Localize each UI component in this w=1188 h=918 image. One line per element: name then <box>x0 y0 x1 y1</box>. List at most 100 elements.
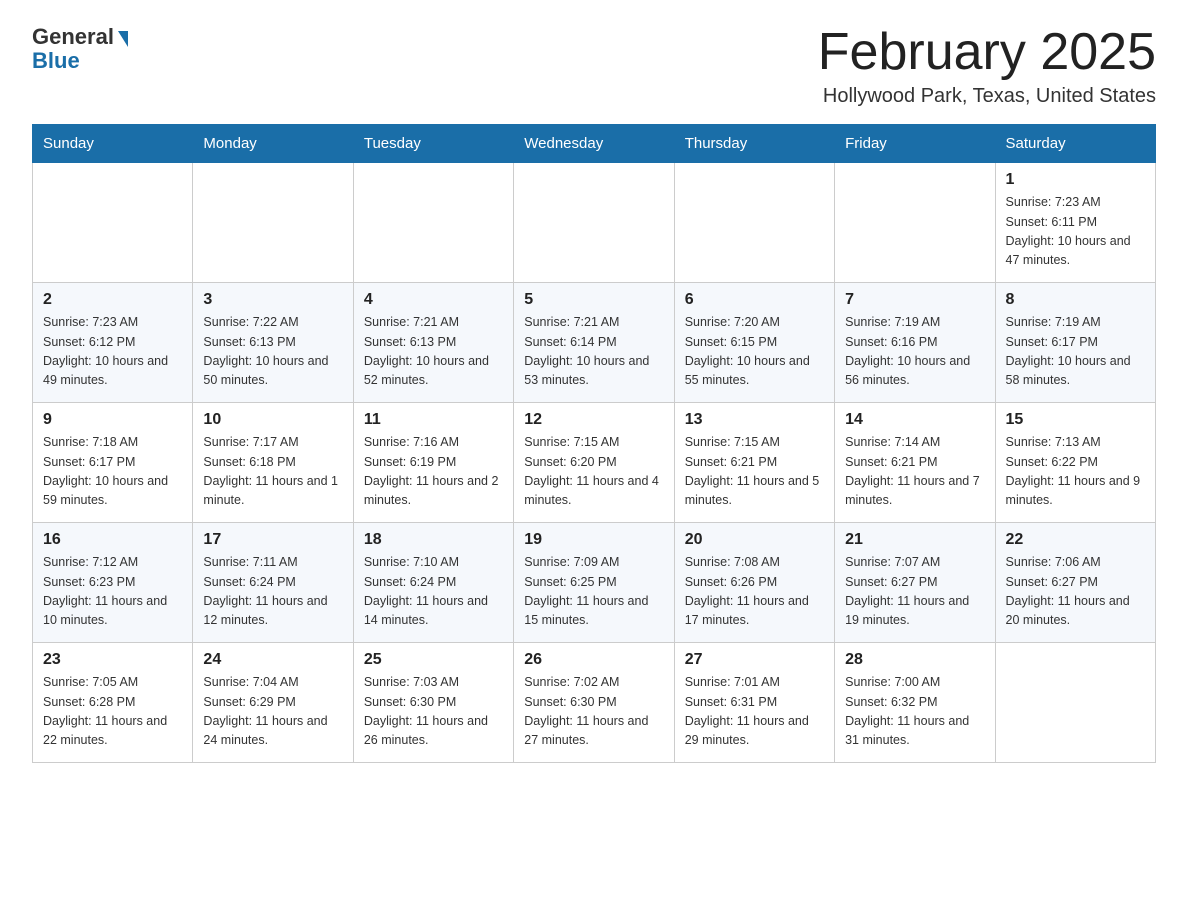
calendar-week-row: 9Sunrise: 7:18 AM Sunset: 6:17 PM Daylig… <box>33 403 1156 523</box>
day-info: Sunrise: 7:04 AM Sunset: 6:29 PM Dayligh… <box>203 673 342 751</box>
day-number: 21 <box>845 531 984 549</box>
day-info: Sunrise: 7:15 AM Sunset: 6:21 PM Dayligh… <box>685 433 824 511</box>
calendar-cell <box>995 643 1155 763</box>
day-info: Sunrise: 7:00 AM Sunset: 6:32 PM Dayligh… <box>845 673 984 751</box>
day-info: Sunrise: 7:19 AM Sunset: 6:17 PM Dayligh… <box>1006 313 1145 391</box>
day-info: Sunrise: 7:03 AM Sunset: 6:30 PM Dayligh… <box>364 673 503 751</box>
day-number: 7 <box>845 291 984 309</box>
day-number: 28 <box>845 651 984 669</box>
calendar-cell: 5 Sunrise: 7:21 AM Sunset: 6:14 PM Daylig… <box>514 283 674 403</box>
day-info: Sunrise: 7:16 AM Sunset: 6:19 PM Dayligh… <box>364 433 503 511</box>
calendar-cell: 2Sunrise: 7:23 AM Sunset: 6:12 PM Daylig… <box>33 283 193 403</box>
day-number: 26 <box>524 651 663 669</box>
day-info: Sunrise: 7:15 AM Sunset: 6:20 PM Dayligh… <box>524 433 663 511</box>
calendar-cell: 13 Sunrise: 7:15 AM Sunset: 6:21 PM Dayli… <box>674 403 834 523</box>
page-header: General Blue February 2025 Hollywood Par… <box>32 24 1156 108</box>
day-info: Sunrise: 7:21 AM Sunset: 6:13 PM Dayligh… <box>364 313 503 391</box>
day-number: 10 <box>203 411 342 429</box>
day-number: 27 <box>685 651 824 669</box>
day-info: Sunrise: 7:06 AM Sunset: 6:27 PM Dayligh… <box>1006 553 1145 631</box>
calendar-week-row: 23 Sunrise: 7:05 AM Sunset: 6:28 PM Dayli… <box>33 643 1156 763</box>
calendar-week-row: 1 Sunrise: 7:23 AM Sunset: 6:11 PM Daylig… <box>33 163 1156 283</box>
calendar-cell: 20 Sunrise: 7:08 AM Sunset: 6:26 PM Dayli… <box>674 523 834 643</box>
day-info: Sunrise: 7:05 AM Sunset: 6:28 PM Dayligh… <box>43 673 182 751</box>
calendar-cell: 6 Sunrise: 7:20 AM Sunset: 6:15 PM Daylig… <box>674 283 834 403</box>
day-number: 1 <box>1006 171 1145 189</box>
calendar-cell <box>835 163 995 283</box>
day-number: 22 <box>1006 531 1145 549</box>
day-number: 12 <box>524 411 663 429</box>
day-info: Sunrise: 7:09 AM Sunset: 6:25 PM Dayligh… <box>524 553 663 631</box>
day-number: 18 <box>364 531 503 549</box>
logo-triangle-icon <box>118 31 128 47</box>
day-info: Sunrise: 7:13 AM Sunset: 6:22 PM Dayligh… <box>1006 433 1145 511</box>
calendar-cell: 26Sunrise: 7:02 AM Sunset: 6:30 PM Dayli… <box>514 643 674 763</box>
calendar-table: SundayMondayTuesdayWednesdayThursdayFrid… <box>32 124 1156 763</box>
calendar-cell: 7 Sunrise: 7:19 AM Sunset: 6:16 PM Daylig… <box>835 283 995 403</box>
calendar-cell <box>514 163 674 283</box>
day-number: 8 <box>1006 291 1145 309</box>
calendar-cell: 18 Sunrise: 7:10 AM Sunset: 6:24 PM Dayli… <box>353 523 513 643</box>
day-number: 16 <box>43 531 182 549</box>
day-info: Sunrise: 7:19 AM Sunset: 6:16 PM Dayligh… <box>845 313 984 391</box>
calendar-cell: 15Sunrise: 7:13 AM Sunset: 6:22 PM Dayli… <box>995 403 1155 523</box>
calendar-cell: 17 Sunrise: 7:11 AM Sunset: 6:24 PM Dayli… <box>193 523 353 643</box>
location-subtitle: Hollywood Park, Texas, United States <box>818 85 1156 108</box>
day-info: Sunrise: 7:14 AM Sunset: 6:21 PM Dayligh… <box>845 433 984 511</box>
day-number: 23 <box>43 651 182 669</box>
calendar-cell: 11Sunrise: 7:16 AM Sunset: 6:19 PM Dayli… <box>353 403 513 523</box>
calendar-cell: 3 Sunrise: 7:22 AM Sunset: 6:13 PM Daylig… <box>193 283 353 403</box>
day-number: 24 <box>203 651 342 669</box>
calendar-cell: 14 Sunrise: 7:14 AM Sunset: 6:21 PM Dayli… <box>835 403 995 523</box>
day-number: 19 <box>524 531 663 549</box>
day-info: Sunrise: 7:23 AM Sunset: 6:12 PM Dayligh… <box>43 313 182 391</box>
calendar-cell <box>353 163 513 283</box>
calendar-cell: 25 Sunrise: 7:03 AM Sunset: 6:30 PM Dayli… <box>353 643 513 763</box>
day-number: 14 <box>845 411 984 429</box>
weekday-header-monday: Monday <box>193 125 353 163</box>
month-title: February 2025 <box>818 24 1156 81</box>
calendar-cell: 4 Sunrise: 7:21 AM Sunset: 6:13 PM Daylig… <box>353 283 513 403</box>
day-info: Sunrise: 7:01 AM Sunset: 6:31 PM Dayligh… <box>685 673 824 751</box>
calendar-cell: 21 Sunrise: 7:07 AM Sunset: 6:27 PM Dayli… <box>835 523 995 643</box>
day-info: Sunrise: 7:18 AM Sunset: 6:17 PM Dayligh… <box>43 433 182 511</box>
day-number: 17 <box>203 531 342 549</box>
day-info: Sunrise: 7:11 AM Sunset: 6:24 PM Dayligh… <box>203 553 342 631</box>
day-number: 13 <box>685 411 824 429</box>
calendar-cell <box>674 163 834 283</box>
calendar-cell: 27 Sunrise: 7:01 AM Sunset: 6:31 PM Dayli… <box>674 643 834 763</box>
calendar-cell <box>33 163 193 283</box>
calendar-week-row: 2Sunrise: 7:23 AM Sunset: 6:12 PM Daylig… <box>33 283 1156 403</box>
weekday-header-saturday: Saturday <box>995 125 1155 163</box>
day-info: Sunrise: 7:22 AM Sunset: 6:13 PM Dayligh… <box>203 313 342 391</box>
day-info: Sunrise: 7:17 AM Sunset: 6:18 PM Dayligh… <box>203 433 342 511</box>
calendar-cell: 1 Sunrise: 7:23 AM Sunset: 6:11 PM Daylig… <box>995 163 1155 283</box>
day-number: 3 <box>203 291 342 309</box>
day-number: 25 <box>364 651 503 669</box>
title-section: February 2025 Hollywood Park, Texas, Uni… <box>818 24 1156 108</box>
calendar-cell: 10 Sunrise: 7:17 AM Sunset: 6:18 PM Dayli… <box>193 403 353 523</box>
logo-general-text: General <box>32 24 114 50</box>
day-info: Sunrise: 7:10 AM Sunset: 6:24 PM Dayligh… <box>364 553 503 631</box>
day-number: 4 <box>364 291 503 309</box>
day-number: 20 <box>685 531 824 549</box>
day-info: Sunrise: 7:08 AM Sunset: 6:26 PM Dayligh… <box>685 553 824 631</box>
weekday-header-tuesday: Tuesday <box>353 125 513 163</box>
calendar-cell: 16Sunrise: 7:12 AM Sunset: 6:23 PM Dayli… <box>33 523 193 643</box>
calendar-cell: 23 Sunrise: 7:05 AM Sunset: 6:28 PM Dayli… <box>33 643 193 763</box>
day-info: Sunrise: 7:21 AM Sunset: 6:14 PM Dayligh… <box>524 313 663 391</box>
calendar-cell: 12 Sunrise: 7:15 AM Sunset: 6:20 PM Dayli… <box>514 403 674 523</box>
day-info: Sunrise: 7:20 AM Sunset: 6:15 PM Dayligh… <box>685 313 824 391</box>
logo: General Blue <box>32 24 128 74</box>
day-number: 5 <box>524 291 663 309</box>
day-info: Sunrise: 7:23 AM Sunset: 6:11 PM Dayligh… <box>1006 193 1145 271</box>
weekday-header-thursday: Thursday <box>674 125 834 163</box>
weekday-header-wednesday: Wednesday <box>514 125 674 163</box>
day-number: 6 <box>685 291 824 309</box>
calendar-cell: 28 Sunrise: 7:00 AM Sunset: 6:32 PM Dayli… <box>835 643 995 763</box>
day-info: Sunrise: 7:07 AM Sunset: 6:27 PM Dayligh… <box>845 553 984 631</box>
calendar-cell: 8 Sunrise: 7:19 AM Sunset: 6:17 PM Daylig… <box>995 283 1155 403</box>
weekday-header-row: SundayMondayTuesdayWednesdayThursdayFrid… <box>33 125 1156 163</box>
calendar-week-row: 16Sunrise: 7:12 AM Sunset: 6:23 PM Dayli… <box>33 523 1156 643</box>
calendar-cell <box>193 163 353 283</box>
